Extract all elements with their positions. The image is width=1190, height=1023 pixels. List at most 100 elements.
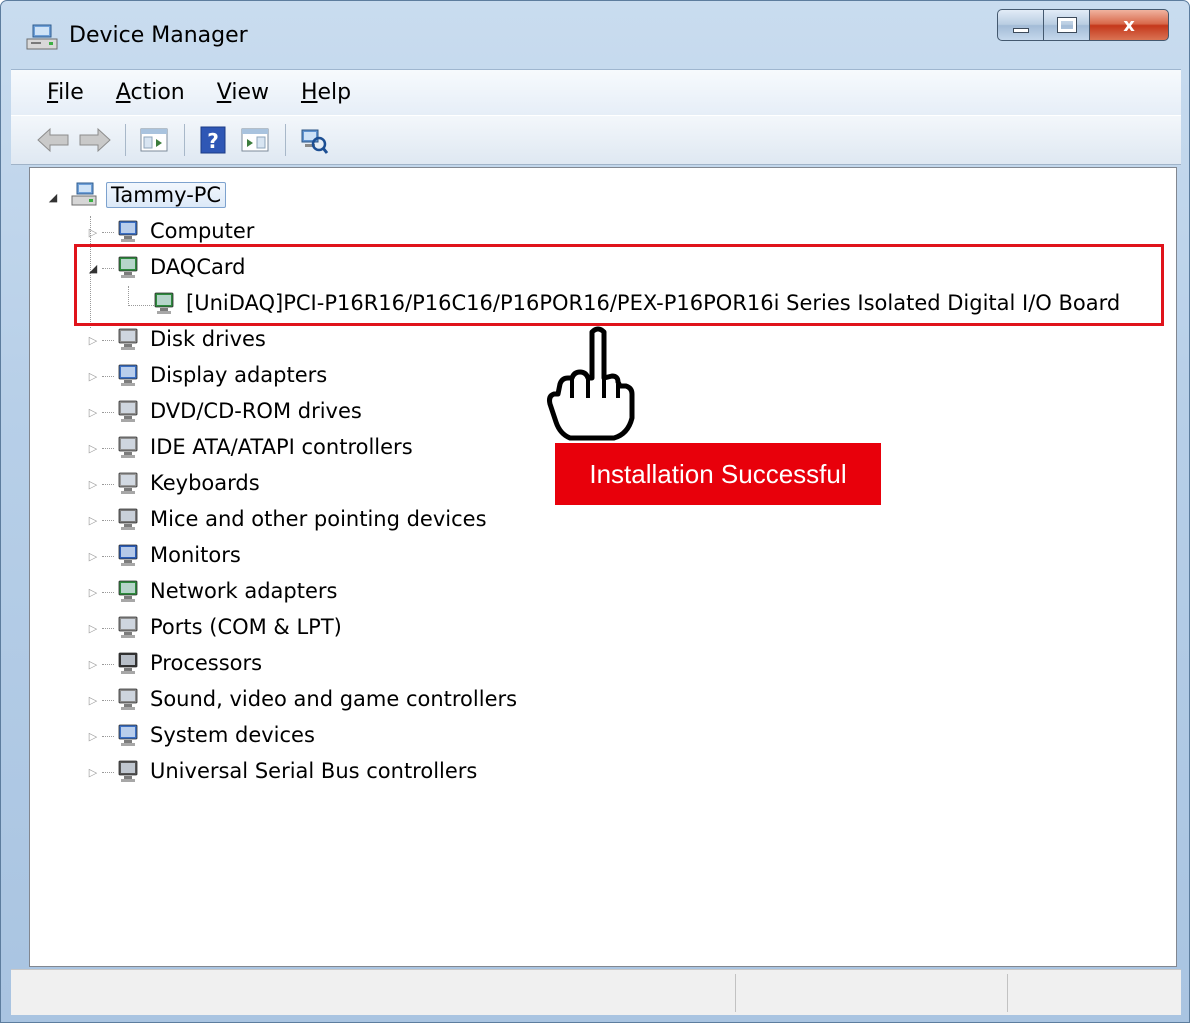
tree-item-label: Disk drives [150,327,266,351]
expand-arrow-icon[interactable]: ▷ [86,369,100,383]
tree-root-item[interactable]: Tammy-PC [70,178,227,212]
tree-category-item[interactable]: Computer [114,214,254,248]
toolbar-separator [184,124,185,156]
expand-arrow-icon[interactable]: ▷ [86,729,100,743]
expand-arrow-icon[interactable]: ▷ [86,477,100,491]
keyboard-icon [118,472,138,494]
tree-item-label: Display adapters [150,363,328,387]
toolbar-separator [285,124,286,156]
expand-arrow-icon[interactable]: ▷ [86,513,100,527]
forward-button[interactable] [75,120,115,160]
menu-bar: File Action View Help [11,69,1181,115]
system-device-icon [118,724,138,746]
scan-hardware-changes-button[interactable] [294,120,334,160]
tree-category-item[interactable]: Display adapters [114,358,327,392]
tree-category-item[interactable]: Processors [114,646,262,680]
monitor-icon [118,544,138,566]
status-bar [11,969,1181,1015]
action-pane-icon [241,128,269,152]
back-arrow-icon [37,127,69,153]
help-icon: ? [200,126,226,154]
tree-item-label: Sound, video and game controllers [150,687,518,711]
tree-item-label: Computer [150,219,255,243]
computer-root-icon [71,182,97,206]
tree-line [102,376,114,377]
tree-item-label: Monitors [150,543,241,567]
expand-arrow-icon[interactable]: ▷ [86,549,100,563]
processor-icon [118,652,138,674]
tree-item-label: Mice and other pointing devices [150,507,487,531]
tree-category-item[interactable]: System devices [114,718,315,752]
tree-category-item[interactable]: Universal Serial Bus controllers [114,754,477,788]
close-icon: x [1123,14,1135,36]
tree-category-item[interactable]: Monitors [114,538,241,572]
title-bar[interactable]: Device Manager x [1,1,1189,71]
window-title: Device Manager [69,23,248,48]
menu-file[interactable]: File [47,80,84,105]
tree-category-item[interactable]: Keyboards [114,466,260,500]
tree-line [102,592,114,593]
tree-category-item[interactable]: Mice and other pointing devices [114,502,487,536]
disk-drive-icon [118,328,138,350]
expand-arrow-icon[interactable]: ▷ [86,333,100,347]
show-hide-console-tree-icon [140,128,168,152]
ide-controller-icon [118,436,138,458]
tree-line [102,340,114,341]
expand-arrow-icon[interactable]: ▷ [86,405,100,419]
tree-line [102,448,114,449]
expand-arrow-icon[interactable]: ▷ [86,585,100,599]
tree-line [102,232,114,233]
expand-arrow-icon[interactable]: ▷ [86,225,100,239]
tree-line [102,736,114,737]
tree-item-label: Network adapters [150,579,338,603]
minimize-icon [1012,27,1029,33]
tree-line [102,556,114,557]
action-pane-button[interactable] [235,120,275,160]
expand-arrow-icon[interactable]: ▷ [86,657,100,671]
tree-line [102,664,114,665]
expand-arrow-icon[interactable]: ▷ [86,765,100,779]
tree-item-label: System devices [150,723,315,747]
svg-text:?: ? [207,129,219,153]
device-manager-icon [26,24,58,50]
tree-line [102,520,114,521]
expand-arrow-icon[interactable]: ▷ [86,441,100,455]
tree-root-label: Tammy-PC [106,182,227,208]
close-button[interactable]: x [1089,9,1169,41]
pointing-hand-icon [547,326,635,441]
tree-item-label: Processors [150,651,263,675]
tree-category-item[interactable]: Network adapters [114,574,337,608]
expand-arrow-icon[interactable]: ▷ [86,621,100,635]
collapse-arrow-icon[interactable]: ◢ [46,190,60,204]
computer-icon [118,220,138,242]
menu-view[interactable]: View [217,80,269,105]
port-icon [118,616,138,638]
maximize-button[interactable] [1043,9,1089,41]
back-button[interactable] [33,120,73,160]
tree-line [102,412,114,413]
tree-category-item[interactable]: IDE ATA/ATAPI controllers [114,430,413,464]
tree-line [102,700,114,701]
tree-category-item[interactable]: Disk drives [114,322,266,356]
menu-action[interactable]: Action [116,80,185,105]
menu-help[interactable]: Help [301,80,351,105]
status-bar-separator [1007,974,1008,1012]
status-bar-separator [735,974,736,1012]
toolbar: ? [11,115,1181,165]
tree-category-item[interactable]: Sound, video and game controllers [114,682,517,716]
dvd-drive-icon [118,400,138,422]
show-hide-console-tree-button[interactable] [134,120,174,160]
speaker-icon [118,688,138,710]
network-adapter-icon [118,580,138,602]
tree-category-item[interactable]: DVD/CD-ROM drives [114,394,362,428]
tree-item-label: DVD/CD-ROM drives [150,399,362,423]
forward-arrow-icon [79,127,111,153]
tree-line [102,484,114,485]
tree-category-item[interactable]: Ports (COM & LPT) [114,610,342,644]
minimize-button[interactable] [997,9,1043,41]
expand-arrow-icon[interactable]: ▷ [86,693,100,707]
scan-hardware-changes-icon [301,129,329,154]
tree-item-label: Universal Serial Bus controllers [150,759,478,783]
caption-buttons: x [997,9,1169,43]
help-button[interactable]: ? [193,120,233,160]
